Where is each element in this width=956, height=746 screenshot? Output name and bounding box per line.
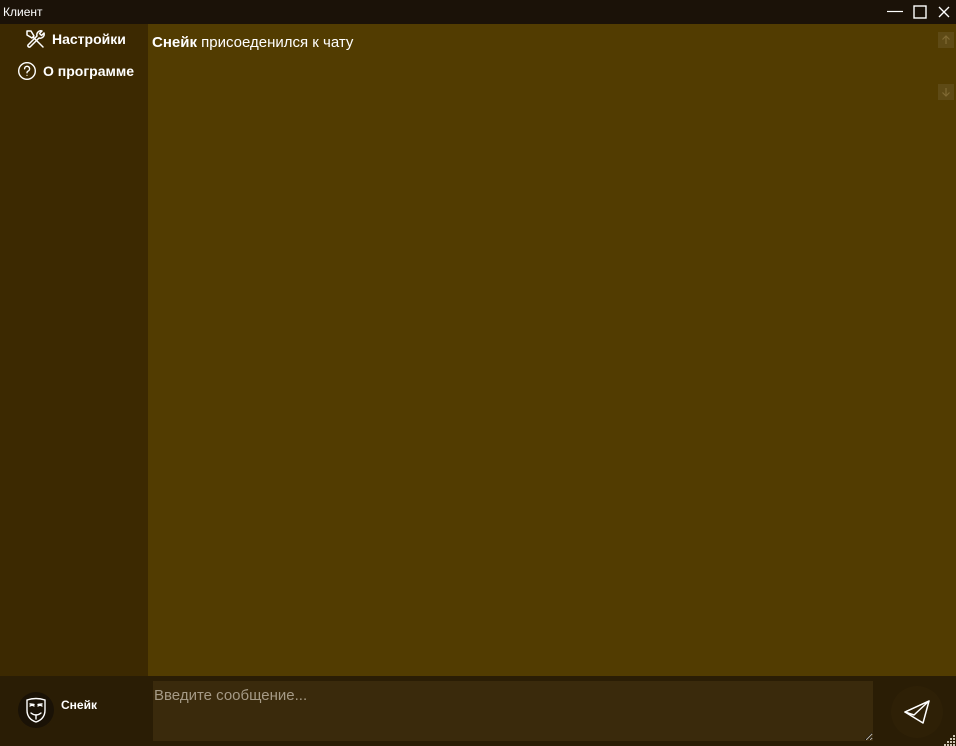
resize-grip-icon[interactable] xyxy=(944,734,956,746)
scroll-up-button[interactable] xyxy=(938,32,954,48)
message-author: Снейк xyxy=(152,34,197,51)
composer-bar: Снейк xyxy=(0,676,956,746)
close-button[interactable] xyxy=(932,0,956,24)
window-title: Клиент xyxy=(3,5,43,19)
sidebar-item-settings[interactable]: Настройки xyxy=(0,24,148,54)
minimize-icon xyxy=(887,10,903,13)
title-bar: Клиент xyxy=(0,0,956,24)
arrow-down-icon xyxy=(942,88,950,97)
close-icon xyxy=(938,6,950,18)
maximize-button[interactable] xyxy=(908,0,932,24)
maximize-icon xyxy=(913,5,927,19)
sidebar-item-label: Настройки xyxy=(52,31,126,47)
mask-icon xyxy=(26,697,46,723)
send-icon xyxy=(904,700,930,724)
scroll-down-button[interactable] xyxy=(938,84,954,100)
sidebar: Настройки О программе xyxy=(0,24,148,676)
avatar[interactable] xyxy=(18,692,54,728)
message-input[interactable] xyxy=(153,681,873,741)
username: Снейк xyxy=(61,698,97,712)
sidebar-item-about[interactable]: О программе xyxy=(0,56,148,86)
sidebar-item-label: О программе xyxy=(43,63,135,79)
arrow-up-icon xyxy=(942,35,950,44)
send-button[interactable] xyxy=(891,686,943,738)
minimize-button[interactable] xyxy=(883,0,907,24)
help-circle-icon xyxy=(16,60,38,82)
chat-panel: Снейк присоеденился к чату xyxy=(148,24,956,676)
chat-message: Снейк присоеденился к чату xyxy=(152,34,353,51)
tools-icon xyxy=(24,28,46,50)
message-text: присоеденился к чату xyxy=(201,34,354,51)
